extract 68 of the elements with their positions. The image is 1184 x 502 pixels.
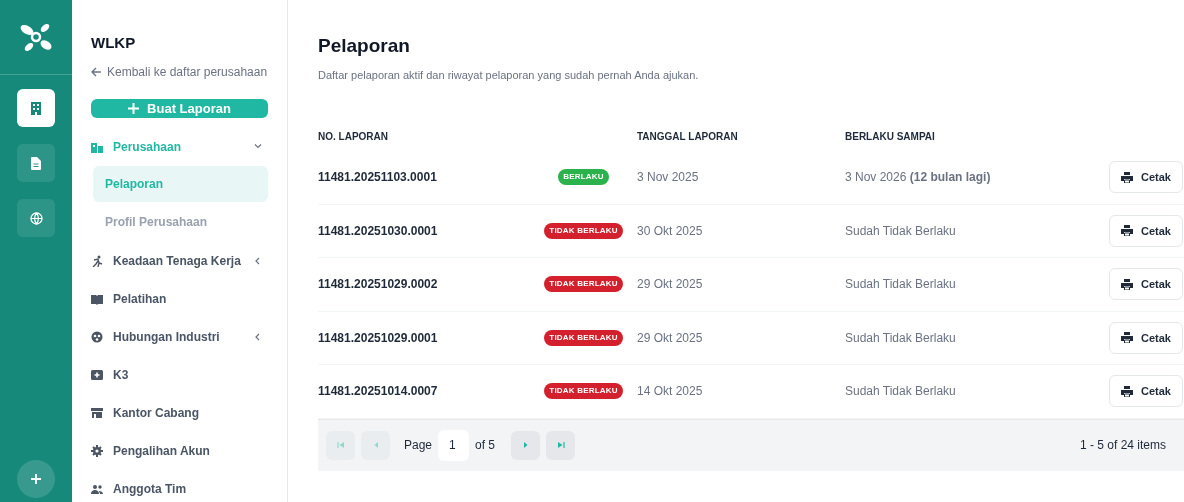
table-cell-text: Sudah Tidak Berlaku: [845, 383, 957, 401]
table-cell-text: 29 Okt 2025: [637, 276, 704, 294]
rail-button[interactable]: [17, 144, 55, 182]
running-person-icon: [91, 255, 103, 267]
table-cell-text: 3 Nov 2025: [637, 169, 700, 187]
buildings-icon: [91, 141, 103, 153]
page-input[interactable]: 1: [438, 429, 470, 461]
team-icon: [91, 483, 103, 495]
sidebar-item[interactable]: Kantor Cabang: [91, 394, 268, 432]
plus-icon: [128, 102, 140, 114]
print-button[interactable]: Cetak: [1109, 214, 1183, 247]
sidebar-item[interactable]: Anggota Tim: [91, 470, 268, 502]
document-icon: [31, 156, 41, 170]
printer-icon: [1121, 385, 1133, 397]
next-page-icon: [521, 441, 530, 449]
printer-icon: [1121, 171, 1133, 183]
status-badge: TIDAK BERLAKU: [544, 276, 623, 293]
sidebar-item[interactable]: Hubungan Industri: [91, 318, 268, 356]
gear-icon: [91, 445, 103, 457]
add-button[interactable]: [17, 460, 55, 498]
column-header: TANGGAL LAPORAN: [637, 129, 739, 144]
book-icon: [91, 293, 103, 305]
first-page-icon: [336, 441, 345, 449]
back-link[interactable]: Kembali ke daftar perusahaan: [91, 62, 268, 81]
table-cell-text: 11481.20251103.0001: [318, 169, 438, 187]
table-cell-text: 3 Nov 2026 (12 bulan lagi): [845, 169, 992, 187]
first-aid-icon: [91, 369, 103, 381]
print-button[interactable]: Cetak: [1109, 161, 1183, 194]
table-cell-text: Sudah Tidak Berlaku: [845, 276, 957, 294]
table-cell-text: 14 Okt 2025: [637, 383, 704, 401]
rail-button[interactable]: [17, 89, 55, 127]
column-header: BERLAKU SAMPAI: [845, 129, 935, 144]
page-title: Pelaporan: [318, 34, 411, 58]
print-button[interactable]: Cetak: [1109, 375, 1183, 408]
sidebar-item[interactable]: Keadaan Tenaga Kerja: [91, 242, 268, 280]
printer-icon: [1121, 225, 1133, 237]
building-icon: [30, 101, 42, 115]
table-cell-text: 30 Okt 2025: [637, 222, 704, 240]
status-badge: TIDAK BERLAKU: [544, 329, 623, 346]
sidebar-item[interactable]: Pelatihan: [91, 280, 268, 318]
status-badge: BERLAKU: [558, 169, 609, 186]
printer-icon: [1121, 332, 1133, 344]
print-button[interactable]: Cetak: [1109, 268, 1183, 301]
rail-button[interactable]: [17, 199, 55, 237]
sidebar-title: WLKP: [91, 33, 137, 53]
plus-icon: [30, 473, 42, 485]
table-cell-text: 29 Okt 2025: [637, 329, 704, 347]
table-cell-text: 11481.20251030.0001: [318, 222, 439, 240]
globe-icon: [29, 211, 43, 225]
table-cell-text: 11481.20251029.0002: [318, 276, 439, 294]
page-count: of 5: [475, 437, 496, 454]
store-icon: [91, 407, 103, 419]
last-page-icon: [556, 441, 565, 449]
status-badge: TIDAK BERLAKU: [544, 383, 623, 400]
table-cell-text: Sudah Tidak Berlaku: [845, 329, 957, 347]
arrow-left-icon: [91, 66, 102, 77]
table-cell-text: 11481.20251014.0007: [318, 383, 439, 401]
page-subtitle: Daftar pelaporan aktif dan riwayat pelaporan yang sudah pernah Anda ajukan.: [318, 67, 700, 83]
sidebar-item[interactable]: K3: [91, 356, 268, 394]
printer-icon: [1121, 278, 1133, 290]
table-cell-text: 11481.20251029.0001: [318, 329, 439, 347]
sidebar-item[interactable]: Pengalihan Akun: [91, 432, 268, 470]
items-summary: 1 - 5 of 24 items: [1079, 437, 1167, 454]
page-label: Page: [404, 437, 433, 454]
table-cell-text: Sudah Tidak Berlaku: [845, 222, 957, 240]
status-badge: TIDAK BERLAKU: [544, 222, 623, 239]
column-header: NO. LAPORAN: [318, 129, 389, 144]
print-button[interactable]: Cetak: [1109, 321, 1183, 354]
